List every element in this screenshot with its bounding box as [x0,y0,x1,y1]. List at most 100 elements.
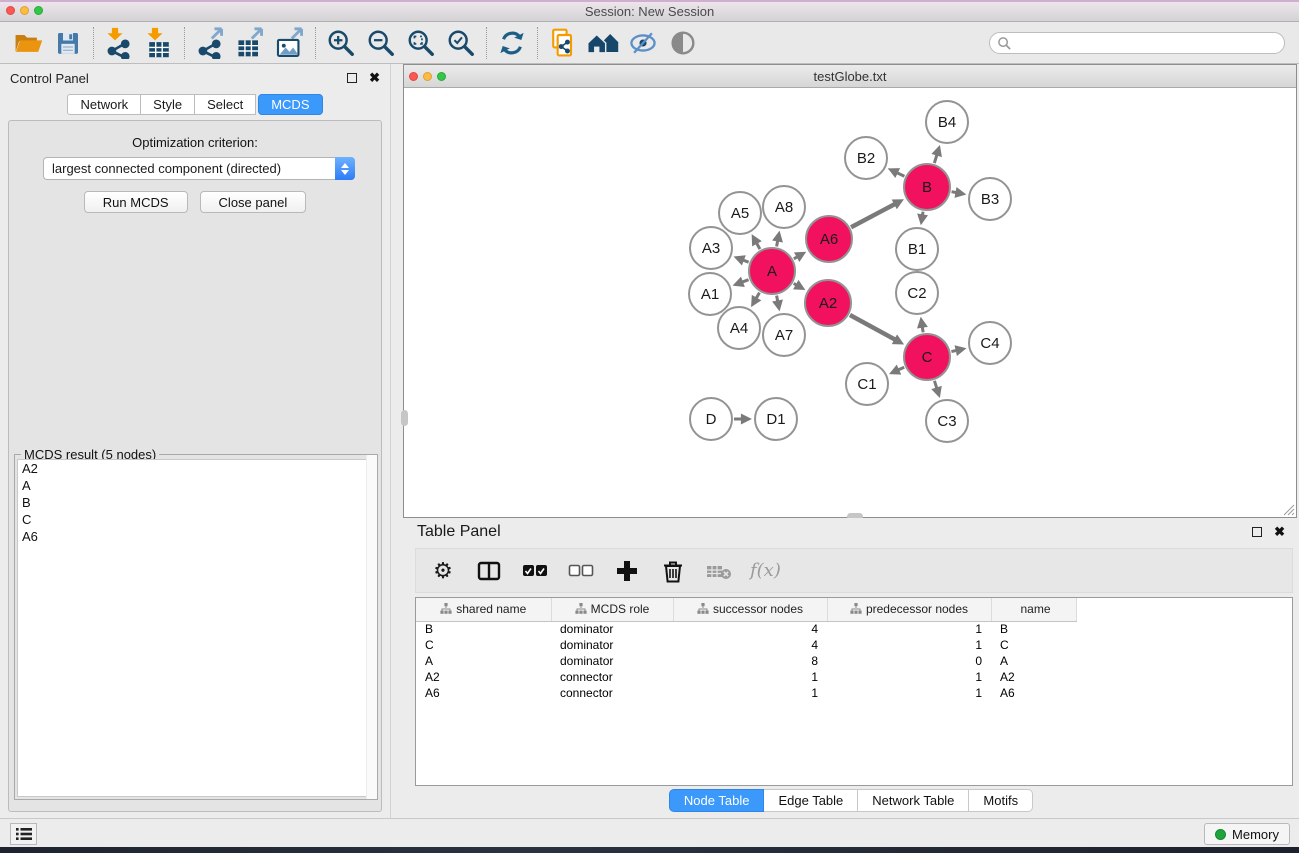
edge-B-B4[interactable] [934,154,937,163]
edge-B-B3[interactable] [952,192,957,193]
graph-node-B3[interactable]: B3 [969,178,1011,220]
close-panel-button[interactable]: Close panel [200,191,307,213]
open-file-button[interactable] [8,25,48,61]
graph-node-A6[interactable]: A6 [806,216,852,262]
result-list-scrollbar[interactable] [366,455,377,799]
edge-C-C2[interactable] [922,327,923,333]
search-input[interactable] [989,32,1285,54]
float-table-panel-icon[interactable] [1252,527,1262,537]
export-table-button[interactable] [230,25,270,61]
close-table-panel-icon[interactable]: ✖ [1274,527,1285,537]
edge-B-B1[interactable] [922,212,923,216]
zoom-fit-button[interactable] [401,25,441,61]
criterion-dropdown[interactable]: largest connected component (directed) [43,157,355,180]
memory-button[interactable]: Memory [1204,823,1290,845]
graph-node-C4[interactable]: C4 [969,322,1011,364]
resize-grip-icon[interactable] [1283,504,1295,516]
close-panel-icon[interactable]: ✖ [369,73,380,83]
export-image-button[interactable] [270,25,310,61]
network-window-titlebar[interactable]: testGlobe.txt [404,65,1296,88]
result-item[interactable]: C [18,511,374,528]
edge-A-A1[interactable] [742,280,749,282]
graph-node-A1[interactable]: A1 [689,273,731,315]
run-mcds-button[interactable]: Run MCDS [84,191,188,213]
edge-A-A2[interactable] [794,283,797,285]
tab-edge-table[interactable]: Edge Table [764,789,858,812]
network-graph[interactable]: B4B2BB3B1A5A8A6A3AA1A2A4A7C2CC4C1C3DD1 [404,89,1296,517]
zoom-selected-button[interactable] [441,25,481,61]
edge-C-C1[interactable] [898,367,904,370]
vertical-scrollbar-thumb[interactable] [401,410,408,426]
close-window-button[interactable] [6,6,15,15]
tab-mcds[interactable]: MCDS [258,94,322,115]
add-column-button[interactable] [612,556,642,586]
save-session-button[interactable] [48,25,88,61]
edge-C-C3[interactable] [934,381,936,389]
graph-node-B2[interactable]: B2 [845,137,887,179]
graph-node-D[interactable]: D [690,398,732,440]
edge-B-B2[interactable] [897,173,905,177]
export-network-button[interactable] [190,25,230,61]
edge-A-A3[interactable] [743,260,749,262]
graph-node-A8[interactable]: A8 [763,186,805,228]
tab-motifs[interactable]: Motifs [969,789,1033,812]
graph-node-A[interactable]: A [749,248,795,294]
delete-column-button[interactable] [658,556,688,586]
graph-node-A5[interactable]: A5 [719,192,761,234]
show-columns-button[interactable] [520,556,550,586]
graph-node-C3[interactable]: C3 [926,400,968,442]
edge-A-A6[interactable] [794,257,798,259]
edge-A-A7[interactable] [777,296,778,302]
zoom-in-button[interactable] [321,25,361,61]
edge-A-A8[interactable] [777,240,778,246]
result-item[interactable]: A6 [18,528,374,545]
zoom-out-button[interactable] [361,25,401,61]
delete-table-button[interactable] [704,556,734,586]
graph-node-C2[interactable]: C2 [896,272,938,314]
graph-node-B1[interactable]: B1 [896,228,938,270]
float-panel-icon[interactable] [347,73,357,83]
edge-A2-C[interactable] [850,315,895,340]
import-table-button[interactable] [139,25,179,61]
home-view-button[interactable] [583,25,623,61]
graph-node-C1[interactable]: C1 [846,363,888,405]
column-header-successor-nodes[interactable]: successor nodes [673,598,827,621]
table-row[interactable]: Cdominator41C [416,637,1293,653]
table-settings-button[interactable]: ⚙ [428,556,458,586]
network-maximize-button[interactable] [437,72,446,81]
tab-select[interactable]: Select [195,94,256,115]
graph-node-D1[interactable]: D1 [755,398,797,440]
network-close-button[interactable] [409,72,418,81]
graph-node-B[interactable]: B [904,164,950,210]
graph-node-A4[interactable]: A4 [718,307,760,349]
tab-network[interactable]: Network [67,94,141,115]
hide-columns-button[interactable] [566,556,596,586]
clone-network-button[interactable] [543,25,583,61]
show-graphics-details-button[interactable] [663,25,703,61]
result-item[interactable]: B [18,494,374,511]
column-header-predecessor-nodes[interactable]: predecessor nodes [827,598,991,621]
table-row[interactable]: Bdominator41B [416,621,1293,637]
minimize-window-button[interactable] [20,6,29,15]
maximize-window-button[interactable] [34,6,43,15]
result-item[interactable]: A [18,477,374,494]
edge-A-A4[interactable] [756,293,759,299]
tab-style[interactable]: Style [141,94,195,115]
network-minimize-button[interactable] [423,72,432,81]
show-panels-list-button[interactable] [10,823,37,845]
tab-network-table[interactable]: Network Table [858,789,969,812]
graph-node-B4[interactable]: B4 [926,101,968,143]
function-builder-label[interactable]: f(x) [750,560,781,581]
column-header-shared-name[interactable]: shared name [416,598,551,621]
refresh-button[interactable] [492,25,532,61]
graph-node-A7[interactable]: A7 [763,314,805,356]
result-item[interactable]: A2 [18,460,374,477]
edge-A6-B[interactable] [851,204,895,227]
column-header-MCDS-role[interactable]: MCDS role [551,598,673,621]
graph-node-C[interactable]: C [904,334,950,380]
graph-node-A3[interactable]: A3 [690,227,732,269]
column-header-name[interactable]: name [991,598,1076,621]
tab-node-table[interactable]: Node Table [669,789,765,812]
import-network-button[interactable] [99,25,139,61]
table-row[interactable]: A2connector11A2 [416,669,1293,685]
